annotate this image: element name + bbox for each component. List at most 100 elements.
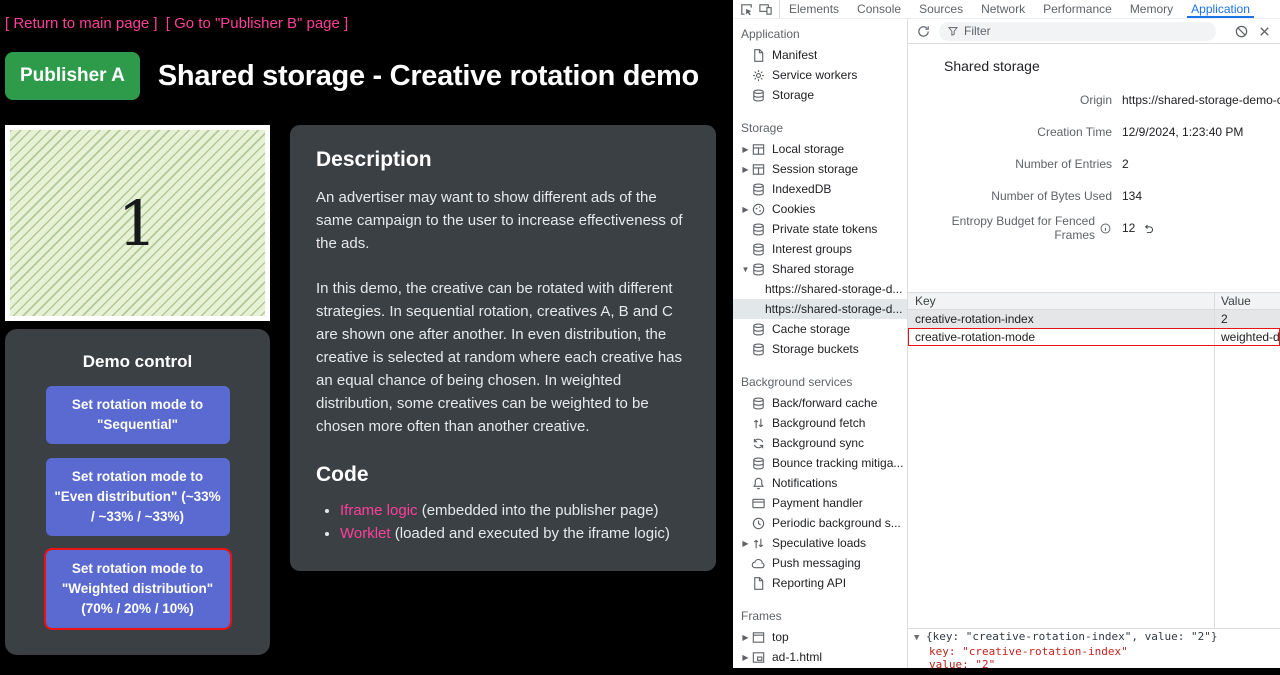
clock-icon (751, 516, 766, 531)
bell-icon (751, 476, 766, 491)
tree-item-cookies[interactable]: ▶Cookies (733, 199, 907, 219)
tree-item-shared-storage[interactable]: ▼Shared storage (733, 259, 907, 279)
frame-icon (751, 630, 766, 645)
return-main-page-link[interactable]: [ Return to main page ] (5, 15, 158, 32)
table-row-creative-rotation-index[interactable]: creative-rotation-index 2 (908, 310, 1280, 328)
iframe-logic-link[interactable]: Iframe logic (340, 502, 418, 519)
meta-label: Entropy Budget for Fenced Frames (908, 214, 1112, 242)
meta-row-origin: Origin https://shared-storage-demo-co (908, 84, 1280, 116)
database-icon (751, 396, 766, 411)
tree-item-private-state-tokens[interactable]: Private state tokens (733, 219, 907, 239)
tree-item-manifest[interactable]: Manifest (733, 45, 907, 65)
tree-item-label: IndexedDB (772, 182, 831, 196)
preview-summary-text: {key: "creative-rotation-index", value: … (926, 630, 1217, 643)
tree-item-background-sync[interactable]: Background sync (733, 433, 907, 453)
iframe-icon (751, 650, 766, 665)
preview-property: key: "creative-rotation-index" (914, 645, 1274, 658)
tree-item-shared-storage-origin-1[interactable]: https://shared-storage-d... (733, 279, 907, 299)
sidebar-section-frames: Frames (733, 603, 907, 627)
transfer-arrows-icon (751, 416, 766, 431)
tree-item-storage-buckets[interactable]: Storage buckets (733, 339, 907, 359)
tree-item-back-forward-cache[interactable]: Back/forward cache (733, 393, 907, 413)
close-icon[interactable] (1257, 24, 1272, 39)
publisher-b-page-link[interactable]: [ Go to "Publisher B" page ] (166, 15, 348, 32)
tree-item-label: Service workers (772, 68, 857, 82)
tree-item-bounce-tracking-mitigations[interactable]: Bounce tracking mitiga... (733, 453, 907, 473)
meta-value-text: 12/9/2024, 1:23:40 PM (1122, 125, 1243, 139)
tree-item-label: Manifest (772, 48, 817, 62)
screen: [ Return to main page ] [ Go to "Publish… (0, 0, 1280, 668)
expand-toggle-icon[interactable]: ▼ (914, 633, 919, 643)
storage-item-preview: ▼ {key: "creative-rotation-index", value… (908, 628, 1280, 668)
tree-item-background-fetch[interactable]: Background fetch (733, 413, 907, 433)
tree-item-service-workers[interactable]: Service workers (733, 65, 907, 85)
tree-item-speculative-loads[interactable]: ▶Speculative loads (733, 533, 907, 553)
meta-row-entropy-budget: Entropy Budget for Fenced Frames 12 (908, 212, 1280, 244)
tree-item-payment-handler[interactable]: Payment handler (733, 493, 907, 513)
info-icon[interactable] (1099, 222, 1112, 235)
set-sequential-button[interactable]: Set rotation mode to "Sequential" (46, 386, 230, 444)
worklet-link[interactable]: Worklet (340, 525, 391, 542)
tree-item-label: ad-1.html (772, 650, 822, 664)
tree-item-label: Bounce tracking mitiga... (772, 456, 903, 470)
meta-value: 12/9/2024, 1:23:40 PM (1122, 125, 1243, 139)
tab-performance[interactable]: Performance (1034, 0, 1121, 18)
chevron-right-icon[interactable]: ▶ (740, 653, 751, 662)
chevron-right-icon[interactable]: ▶ (740, 539, 751, 548)
inspect-element-icon[interactable] (739, 2, 754, 17)
tree-item-session-storage[interactable]: ▶ Session storage (733, 159, 907, 179)
chevron-down-icon[interactable]: ▼ (740, 265, 751, 274)
table-row-creative-rotation-mode[interactable]: creative-rotation-mode weighted-distribu… (908, 328, 1280, 346)
database-icon (751, 262, 766, 277)
tree-item-label: Session storage (772, 162, 858, 176)
chevron-right-icon[interactable]: ▶ (740, 165, 751, 174)
meta-value-text: 2 (1122, 157, 1129, 171)
refresh-icon[interactable] (916, 24, 931, 39)
meta-value: 12 (1122, 221, 1155, 235)
meta-label-text: Entropy Budget for Fenced Frames (908, 214, 1095, 242)
delete-all-icon[interactable] (1234, 24, 1249, 39)
tree-item-label: https://shared-storage-d... (765, 282, 902, 296)
sidebar-section-storage: Storage (733, 115, 907, 139)
tree-item-indexeddb[interactable]: IndexedDB (733, 179, 907, 199)
tab-console[interactable]: Console (848, 0, 910, 18)
tab-elements[interactable]: Elements (780, 0, 848, 18)
tree-item-local-storage[interactable]: ▶Local storage (733, 139, 907, 159)
preview-prop-name: key: (929, 645, 956, 658)
tab-sources[interactable]: Sources (910, 0, 972, 18)
filter-input[interactable] (964, 24, 1208, 38)
tab-application[interactable]: Application (1182, 0, 1259, 18)
meta-row-number-of-entries: Number of Entries 2 (908, 148, 1280, 180)
tree-item-frame-ad-1[interactable]: ▶ ad-1.html (733, 647, 907, 667)
set-weighted-distribution-button[interactable]: Set rotation mode to "Weighted distribut… (46, 550, 230, 628)
grid-empty-area (908, 346, 1280, 628)
database-icon (751, 342, 766, 357)
tab-network[interactable]: Network (972, 0, 1034, 18)
chevron-right-icon[interactable]: ▶ (740, 145, 751, 154)
column-header-value[interactable]: Value (1215, 293, 1280, 309)
device-toolbar-icon[interactable] (758, 2, 773, 17)
meta-row-bytes-used: Number of Bytes Used 134 (908, 180, 1280, 212)
meta-label: Origin (908, 93, 1112, 107)
tree-item-reporting-api[interactable]: Reporting API (733, 573, 907, 593)
payment-card-icon (751, 496, 766, 511)
tree-item-label: Background fetch (772, 416, 865, 430)
tree-item-shared-storage-origin-2[interactable]: https://shared-storage-d... (733, 299, 907, 319)
tree-item-notifications[interactable]: Notifications (733, 473, 907, 493)
tree-item-cache-storage[interactable]: Cache storage (733, 319, 907, 339)
preview-property: value: "2" (914, 658, 1274, 668)
gear-icon (751, 68, 766, 83)
column-header-key[interactable]: Key (908, 293, 1215, 309)
tree-item-interest-groups[interactable]: Interest groups (733, 239, 907, 259)
tree-item-push-messaging[interactable]: Push messaging (733, 553, 907, 573)
code-links-list: Iframe logic (embedded into the publishe… (320, 499, 690, 545)
tree-item-periodic-background-sync[interactable]: Periodic background s... (733, 513, 907, 533)
chevron-right-icon[interactable]: ▶ (740, 205, 751, 214)
database-icon (751, 456, 766, 471)
set-even-distribution-button[interactable]: Set rotation mode to "Even distribution"… (46, 458, 230, 536)
chevron-right-icon[interactable]: ▶ (740, 633, 751, 642)
tree-item-storage[interactable]: Storage (733, 85, 907, 105)
reset-budget-icon[interactable] (1142, 222, 1155, 235)
tab-memory[interactable]: Memory (1121, 0, 1182, 18)
tree-item-frame-top[interactable]: ▶top (733, 627, 907, 647)
